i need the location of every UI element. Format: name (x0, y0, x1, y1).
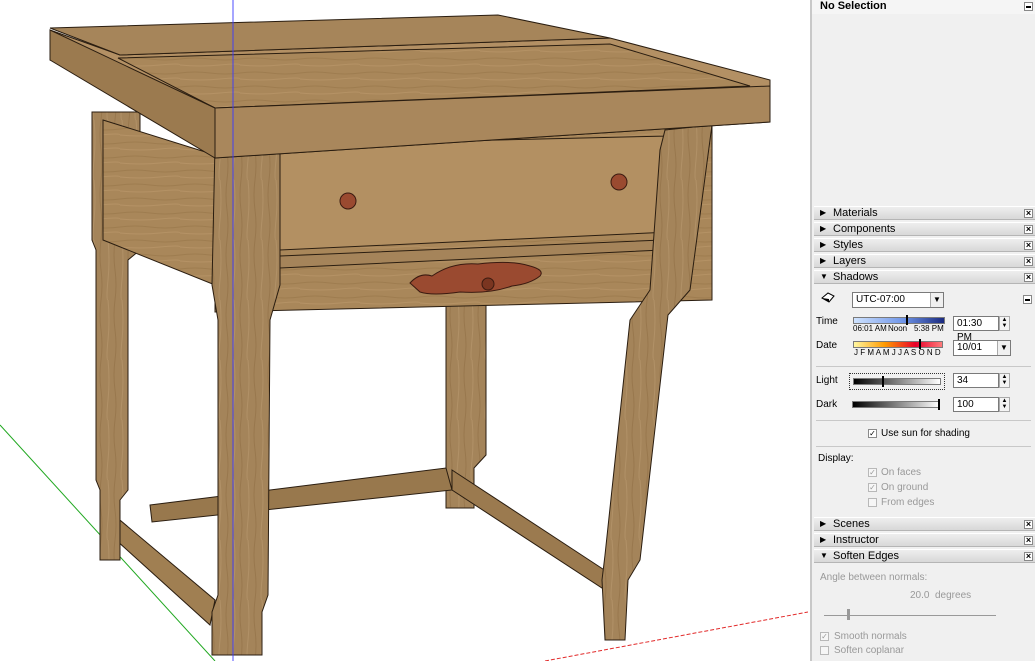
close-icon[interactable]: × (1024, 552, 1033, 561)
tray-label: Shadows (833, 271, 879, 283)
date-label: Date (816, 340, 838, 351)
light-spinner[interactable]: ▲ ▼ (999, 373, 1010, 388)
smooth-normals-checkbox[interactable]: ✓ (820, 632, 829, 641)
tray-scenes[interactable]: ▶ Scenes × (814, 517, 1035, 531)
expand-arrow-icon: ▶ (820, 256, 827, 265)
tray-label: Layers (833, 255, 867, 267)
tray-instructor[interactable]: ▶ Instructor × (814, 533, 1035, 547)
divider (816, 446, 1031, 447)
details-toggle-icon[interactable] (1023, 295, 1032, 304)
on-faces-checkbox[interactable]: ✓ (868, 468, 877, 477)
close-icon[interactable]: × (1024, 225, 1033, 234)
default-tray: No Selection ▶ Materials × ▶ Components … (810, 0, 1035, 661)
light-value: 34 (957, 375, 969, 386)
expand-arrow-icon: ▶ (820, 240, 827, 249)
light-slider-track (853, 378, 941, 385)
tray-label: Soften Edges (833, 550, 900, 562)
close-icon[interactable]: × (1024, 273, 1033, 282)
on-ground-label: On ground (881, 482, 929, 493)
from-edges-checkbox[interactable] (868, 498, 877, 507)
time-label: Time (816, 316, 838, 327)
timezone-value: UTC-07:00 (856, 294, 905, 305)
date-select[interactable]: 10/01 ▼ (953, 340, 1011, 356)
date-slider[interactable] (853, 341, 943, 348)
month-labels: J F M A M J J A S O N D (854, 348, 941, 357)
light-slider-thumb[interactable] (882, 376, 885, 387)
close-icon[interactable]: × (1024, 209, 1033, 218)
dropdown-arrow-icon: ▼ (997, 341, 1010, 355)
close-icon[interactable]: × (1024, 257, 1033, 266)
dark-spinner[interactable]: ▲ ▼ (999, 397, 1010, 412)
close-icon[interactable]: × (1024, 241, 1033, 250)
dark-input[interactable]: 100 (953, 397, 999, 412)
tray-shadows[interactable]: ▼ Shadows × (814, 270, 1035, 284)
close-icon[interactable]: × (1024, 520, 1033, 529)
table-model (0, 0, 808, 661)
close-icon[interactable]: × (1024, 536, 1033, 545)
divider (816, 366, 1031, 367)
entity-info-header: No Selection (812, 0, 1035, 14)
drawer-knob-right (610, 173, 628, 191)
on-ground-checkbox[interactable]: ✓ (868, 483, 877, 492)
light-slider[interactable] (849, 373, 945, 390)
angle-slider-thumb[interactable] (847, 609, 850, 620)
time-end-label: 5:38 PM (914, 324, 944, 333)
tray-components[interactable]: ▶ Components × (814, 222, 1035, 236)
from-edges-label: From edges (881, 497, 935, 508)
tray-soften-edges[interactable]: ▼ Soften Edges × (814, 549, 1035, 563)
angle-label: Angle between normals: (820, 572, 928, 583)
pin-icon[interactable] (1024, 2, 1033, 11)
time-noon-label: Noon (888, 324, 908, 333)
use-sun-label: Use sun for shading (881, 428, 970, 439)
on-faces-label: On faces (881, 467, 922, 478)
tray-label: Materials (833, 207, 878, 219)
expand-arrow-icon: ▶ (820, 224, 827, 233)
tray-layers[interactable]: ▶ Layers × (814, 254, 1035, 268)
entity-info-body (812, 14, 1035, 204)
display-label: Display: (818, 453, 854, 464)
soften-coplanar-checkbox[interactable] (820, 646, 829, 655)
light-label: Light (816, 375, 838, 386)
expand-arrow-icon: ▶ (820, 535, 827, 544)
angle-unit: degrees (935, 590, 972, 601)
tray-label: Styles (833, 239, 863, 251)
expand-arrow-icon: ▶ (820, 519, 827, 528)
time-start-label: 06:01 AM (853, 324, 887, 333)
angle-value: 20.0 (910, 590, 930, 601)
time-spinner[interactable]: ▲ ▼ (999, 316, 1010, 331)
drawer-knob-left (339, 192, 357, 210)
tray-materials[interactable]: ▶ Materials × (814, 206, 1035, 220)
model-viewport[interactable] (0, 0, 808, 661)
use-sun-checkbox[interactable]: ✓ (868, 429, 877, 438)
tray-label: Components (833, 223, 896, 235)
date-value: 10/01 (957, 342, 983, 353)
tray-label: Scenes (833, 518, 870, 530)
smooth-normals-label: Smooth normals (834, 631, 907, 642)
time-slider[interactable] (853, 317, 945, 324)
time-input[interactable]: 01:30 PM (953, 316, 999, 343)
collapse-arrow-icon: ▼ (820, 272, 828, 281)
tray-label: Instructor (833, 534, 879, 546)
entity-info-title: No Selection (820, 0, 887, 12)
dark-label: Dark (816, 399, 838, 410)
soften-coplanar-label: Soften coplanar (834, 645, 905, 656)
tray-styles[interactable]: ▶ Styles × (814, 238, 1035, 252)
light-input[interactable]: 34 (953, 373, 999, 388)
red-axis (544, 611, 808, 661)
toggle-shadows-icon[interactable] (821, 292, 835, 303)
timezone-select[interactable]: UTC-07:00 ▼ (852, 292, 944, 308)
dropdown-arrow-icon: ▼ (930, 293, 943, 307)
dark-value: 100 (957, 399, 974, 410)
divider (816, 420, 1031, 421)
expand-arrow-icon: ▶ (820, 208, 827, 217)
dark-slider-thumb[interactable] (938, 399, 940, 410)
dark-slider-track[interactable] (852, 401, 940, 408)
collapse-arrow-icon: ▼ (820, 551, 828, 560)
